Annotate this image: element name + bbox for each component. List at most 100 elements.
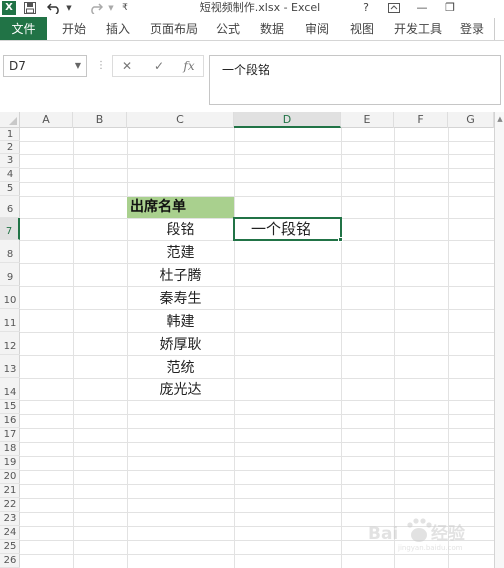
window-title: 短视频制作.xlsx - Excel — [199, 1, 321, 14]
column-header-d[interactable]: D — [234, 112, 341, 128]
formula-bar-grip-icon[interactable]: ⋮ — [96, 56, 106, 76]
row-header-15[interactable]: 15 — [0, 400, 20, 414]
column-header-a[interactable]: A — [20, 112, 73, 128]
row-header-21[interactable]: 21 — [0, 484, 20, 498]
column-header-b[interactable]: B — [73, 112, 127, 128]
insert-function-icon[interactable]: fx — [178, 55, 200, 77]
redo-dropdown-icon[interactable]: ▼ — [106, 0, 116, 16]
gridline — [20, 498, 494, 499]
cell-c14-name[interactable]: 庞光达 — [127, 379, 234, 400]
column-header-g[interactable]: G — [448, 112, 494, 128]
gridline — [20, 141, 494, 142]
title-bar: X ▼ ▼ ₹ 短视频制作.xlsx - Excel ? — ❐ — [0, 0, 504, 16]
row-header-22[interactable]: 22 — [0, 498, 20, 512]
row-header-14[interactable]: 14 — [0, 378, 20, 400]
row-header-2[interactable]: 2 — [0, 141, 20, 154]
help-button[interactable]: ? — [356, 0, 376, 16]
tab-file[interactable]: 文件 — [0, 17, 47, 41]
gridline — [234, 128, 235, 568]
gridline — [448, 128, 449, 568]
gridline — [20, 168, 494, 169]
gridline — [20, 554, 494, 555]
row-header-26[interactable]: 26 — [0, 554, 20, 568]
cell-c9-name[interactable]: 杜子腾 — [127, 264, 234, 286]
cell-c11-name[interactable]: 韩建 — [127, 310, 234, 332]
row-header-1[interactable]: 1 — [0, 128, 20, 141]
restore-button[interactable]: ❐ — [440, 0, 460, 16]
name-box-dropdown-icon[interactable]: ▼ — [72, 57, 84, 75]
gridline — [20, 286, 494, 287]
row-header-25[interactable]: 25 — [0, 540, 20, 554]
row-header-20[interactable]: 20 — [0, 470, 20, 484]
undo-dropdown-icon[interactable]: ▼ — [64, 0, 74, 16]
gridline — [20, 355, 494, 356]
tab-view[interactable]: 视图 — [350, 17, 374, 41]
row-header-8[interactable]: 8 — [0, 240, 20, 263]
column-header-e[interactable]: E — [341, 112, 394, 128]
gridline — [20, 378, 494, 379]
sign-in-link[interactable]: 登录 — [460, 17, 484, 41]
undo-icon[interactable] — [46, 0, 62, 16]
gridline — [20, 309, 494, 310]
tab-review[interactable]: 审阅 — [305, 17, 329, 41]
gridline — [20, 428, 494, 429]
enter-icon[interactable]: ✓ — [148, 55, 170, 77]
gridline — [20, 332, 494, 333]
row-header-18[interactable]: 18 — [0, 442, 20, 456]
row-header-3[interactable]: 3 — [0, 154, 20, 168]
svg-text:jingyan.baidu.com: jingyan.baidu.com — [397, 544, 463, 552]
cell-c12-name[interactable]: 娇厚耿 — [127, 333, 234, 355]
row-header-23[interactable]: 23 — [0, 512, 20, 526]
row-header-12[interactable]: 12 — [0, 332, 20, 355]
baidu-jingyan-watermark: Bai 经验 jingyan.baidu.com — [368, 518, 466, 552]
tab-developer[interactable]: 开发工具 — [394, 17, 442, 41]
cell-c13-name[interactable]: 范统 — [127, 356, 234, 378]
save-icon[interactable] — [22, 0, 38, 16]
row-header-7[interactable]: 7 — [0, 218, 20, 240]
row-header-4[interactable]: 4 — [0, 168, 20, 182]
formula-input[interactable]: 一个段铭 — [209, 55, 501, 105]
row-header-17[interactable]: 17 — [0, 428, 20, 442]
redo-icon[interactable] — [88, 0, 104, 16]
gridline — [20, 196, 494, 197]
vertical-scrollbar[interactable]: ▲ — [494, 112, 504, 568]
minimize-button[interactable]: — — [412, 0, 432, 16]
column-header-c[interactable]: C — [127, 112, 234, 128]
column-header-row: A B C D E F G — [0, 112, 504, 128]
gridline — [20, 470, 494, 471]
tab-page-layout[interactable]: 页面布局 — [150, 17, 198, 41]
gridline — [20, 442, 494, 443]
tab-home[interactable]: 开始 — [62, 17, 86, 41]
gridline — [341, 128, 342, 568]
row-header-24[interactable]: 24 — [0, 526, 20, 540]
tab-insert[interactable]: 插入 — [106, 17, 130, 41]
row-header-9[interactable]: 9 — [0, 263, 20, 286]
row-header-10[interactable]: 10 — [0, 286, 20, 309]
excel-logo: X — [2, 1, 16, 15]
tab-data[interactable]: 数据 — [260, 17, 284, 41]
ribbon-scroll-edge — [494, 18, 504, 40]
cancel-icon[interactable]: ✕ — [116, 55, 138, 77]
row-header-6[interactable]: 6 — [0, 196, 20, 218]
cell-c7-name[interactable]: 段铭 — [127, 219, 234, 240]
row-header-16[interactable]: 16 — [0, 414, 20, 428]
gridline — [20, 182, 494, 183]
row-header-19[interactable]: 19 — [0, 456, 20, 470]
active-cell-d7[interactable]: 一个段铭 — [233, 217, 342, 241]
cell-c8-name[interactable]: 范建 — [127, 241, 234, 263]
customize-toolbar-icon[interactable]: ₹ — [120, 0, 130, 16]
ribbon-display-icon[interactable] — [384, 0, 404, 16]
row-header-11[interactable]: 11 — [0, 309, 20, 332]
scroll-up-icon[interactable]: ▲ — [495, 114, 504, 124]
column-header-f[interactable]: F — [394, 112, 448, 128]
fill-handle[interactable] — [338, 237, 343, 242]
cell-c6-attendance-header[interactable]: 出席名单 — [127, 197, 234, 218]
row-header-5[interactable]: 5 — [0, 182, 20, 196]
cell-area[interactable]: 出席名单 段铭 范建 杜子腾 秦寿生 韩建 娇厚耿 范统 庞光达 一个段铭 — [20, 128, 504, 568]
select-all-corner[interactable] — [0, 112, 20, 128]
tab-formulas[interactable]: 公式 — [216, 17, 240, 41]
worksheet-grid[interactable]: A B C D E F G 1 2 3 4 5 6 7 8 9 10 11 12… — [0, 112, 504, 568]
row-header-13[interactable]: 13 — [0, 355, 20, 378]
gridline — [20, 400, 494, 401]
cell-c10-name[interactable]: 秦寿生 — [127, 287, 234, 309]
